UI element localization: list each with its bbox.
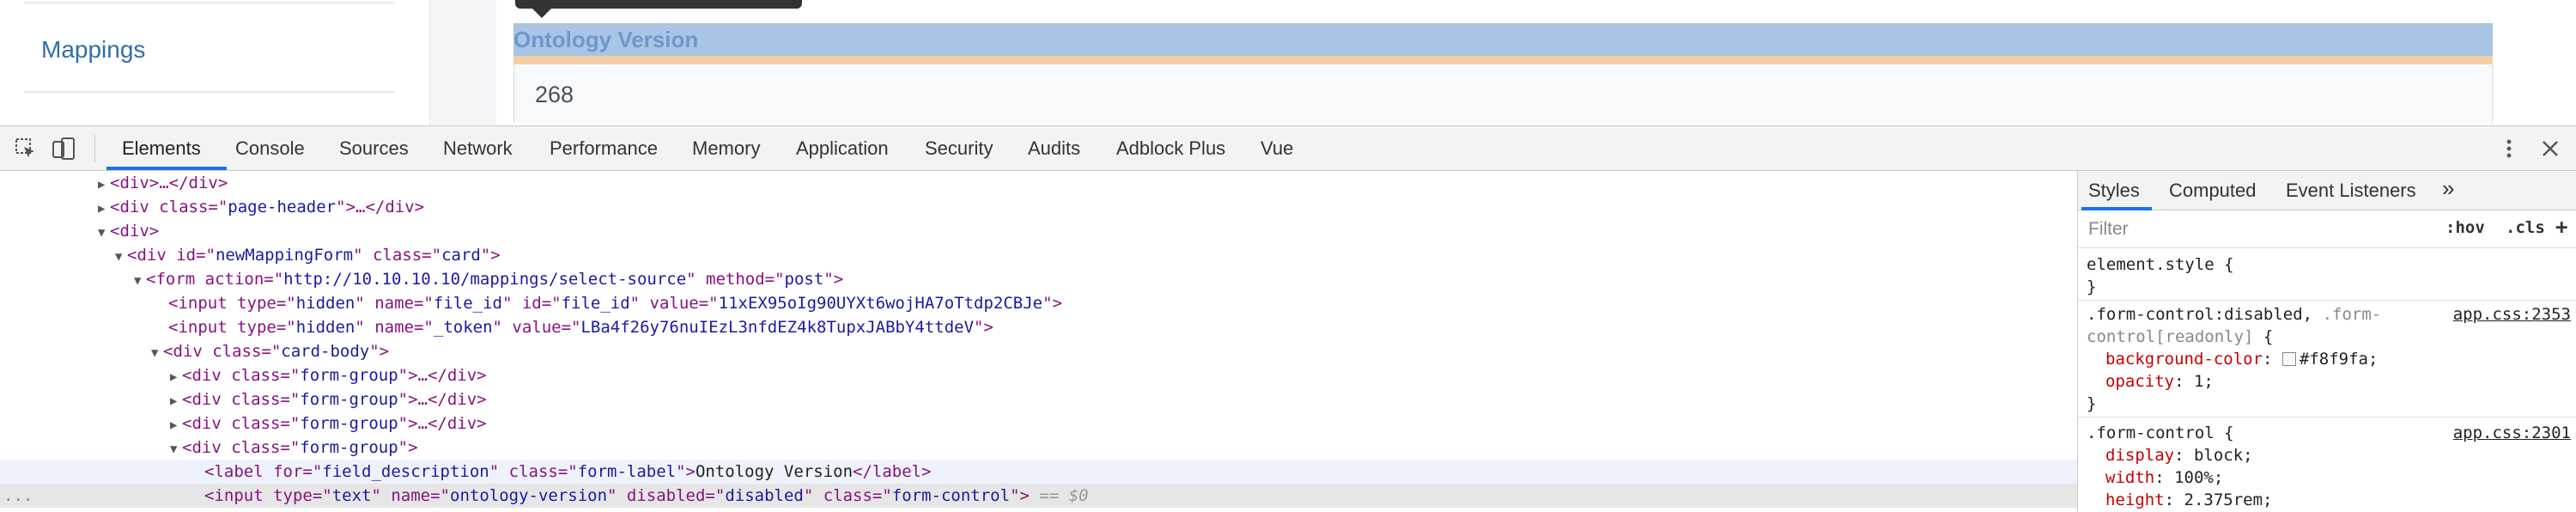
styles-tabbar: Styles Computed Event Listeners » <box>2078 171 2576 210</box>
inspect-tooltip-arrow <box>532 9 551 18</box>
tab-event-listeners[interactable]: Event Listeners <box>2286 180 2416 202</box>
inspect-element-icon[interactable] <box>14 137 38 161</box>
sidebar-item-mappings[interactable]: Mappings <box>41 36 145 64</box>
css-property[interactable]: width: 100%; <box>2105 466 2223 489</box>
tab-elements[interactable]: Elements <box>122 137 201 160</box>
collapse-triangle-icon[interactable]: ▼ <box>134 269 146 293</box>
page-viewport: Mappings Ontology Version 268 <box>0 0 2576 125</box>
dom-node-row-hovered[interactable]: <label for="field_description" class="fo… <box>0 460 2077 484</box>
tab-security[interactable]: Security <box>925 137 993 160</box>
rule-separator <box>2078 300 2576 301</box>
tab-memory[interactable]: Memory <box>692 137 760 160</box>
dom-node-row[interactable]: ▼ <div> <box>0 219 2077 243</box>
more-vert-icon[interactable] <box>2497 137 2521 161</box>
styles-filter-input[interactable] <box>2087 216 2416 243</box>
expand-triangle-icon[interactable]: ▶ <box>98 197 110 221</box>
form-control-disabled-rule: .form-control:disabled, .form- app.css:2… <box>2078 303 2576 413</box>
ontology-version-label: Ontology Version <box>513 27 699 52</box>
dom-node-row[interactable]: ▶ <div class="form-group">…</div> <box>0 387 2077 411</box>
css-property[interactable]: background-color: #f8f9fa; <box>2105 348 2378 370</box>
elements-panel: ▶ <div>…</div> ▶ <div class="page-header">… <box>0 171 2077 512</box>
toolbar-separator <box>94 135 95 162</box>
devtools-toolbar: Elements Console Sources Network Perform… <box>0 125 2576 171</box>
styles-filter-bar: :hov .cls + <box>2078 210 2576 248</box>
tab-vue[interactable]: Vue <box>1261 137 1293 160</box>
ontology-version-label-highlight: Ontology Version <box>513 23 2493 56</box>
dom-node-row[interactable]: ▼ <div class="form-group"> <box>0 436 2077 460</box>
collapse-triangle-icon[interactable]: ▼ <box>170 437 182 461</box>
margin-highlight <box>513 56 2493 64</box>
rule-selector[interactable]: .form-control { <box>2087 422 2234 444</box>
rule-separator <box>2078 417 2576 418</box>
form-control-rule: .form-control { app.css:2301 display: bl… <box>2078 422 2576 512</box>
inspect-tooltip <box>515 0 802 9</box>
rule-close: } <box>2087 277 2097 296</box>
rule-selector[interactable]: .form-control:disabled, .form- <box>2087 303 2381 326</box>
device-toggle-icon[interactable] <box>52 137 76 161</box>
collapse-triangle-icon[interactable]: ▼ <box>115 245 127 269</box>
sidebar-divider <box>24 91 395 93</box>
css-property[interactable]: opacity: 1; <box>2105 370 2214 393</box>
color-swatch[interactable] <box>2281 352 2296 366</box>
selected-node-marker: == $0 <box>1039 486 1089 505</box>
rule-close: } <box>2087 394 2097 413</box>
ontology-version-value: 268 <box>535 82 574 107</box>
collapse-triangle-icon[interactable]: ▼ <box>151 341 163 365</box>
tab-console[interactable]: Console <box>235 137 305 160</box>
active-tab-indicator <box>106 167 227 170</box>
tab-adblock-plus[interactable]: Adblock Plus <box>1116 137 1225 160</box>
dom-node-row[interactable]: ▼ <div id="newMappingForm" class="card"> <box>0 243 2077 267</box>
tab-performance[interactable]: Performance <box>550 137 658 160</box>
more-tabs-icon[interactable]: » <box>2442 175 2454 202</box>
css-property[interactable]: height: 2.375rem; <box>2105 489 2272 511</box>
collapse-triangle-icon[interactable]: ▼ <box>98 221 110 245</box>
class-toggle[interactable]: .cls <box>2506 218 2545 237</box>
tab-styles[interactable]: Styles <box>2088 180 2140 202</box>
rule-selector-cont: control[readonly] { <box>2087 327 2274 346</box>
styles-pane: Styles Computed Event Listeners » :hov .… <box>2078 171 2576 512</box>
expand-triangle-icon[interactable]: ▶ <box>170 413 182 437</box>
rule-selector[interactable]: element.style { <box>2087 253 2234 276</box>
ontology-version-input: 268 <box>513 64 2493 123</box>
tab-network[interactable]: Network <box>443 137 513 160</box>
dom-node-row[interactable]: ▶ <div class="form-group">…</div> <box>0 411 2077 436</box>
css-property[interactable]: display: block; <box>2105 444 2253 466</box>
dom-node-row[interactable]: <input type="hidden" name="_token" value… <box>0 315 2077 339</box>
source-link[interactable]: app.css:2301 <box>2453 422 2571 444</box>
expand-triangle-icon[interactable]: ▶ <box>98 173 110 197</box>
expand-triangle-icon[interactable]: ▶ <box>170 365 182 389</box>
dom-node-row[interactable]: ▼ <form action="http://10.10.10.10/mappin… <box>0 267 2077 291</box>
tab-sources[interactable]: Sources <box>339 137 409 160</box>
tab-application[interactable]: Application <box>796 137 889 160</box>
close-icon[interactable] <box>2538 137 2562 161</box>
sidebar-divider <box>24 2 395 3</box>
dom-node-row[interactable]: ▶ <div>…</div> <box>0 171 2077 195</box>
sidebar: Mappings <box>0 0 430 125</box>
dom-node-row[interactable]: <input type="hidden" name="file_id" id="… <box>0 291 2077 315</box>
add-rule-button[interactable]: + <box>2555 215 2567 239</box>
tab-computed[interactable]: Computed <box>2169 180 2257 202</box>
dom-node-row[interactable]: ▼ <div class="card-body"> <box>0 339 2077 363</box>
dom-node-row[interactable]: ▶ <div class="page-header">…</div> <box>0 195 2077 219</box>
dom-node-row-selected[interactable]: ... <input type="text" name="ontology-ver… <box>0 484 2077 508</box>
expand-triangle-icon[interactable]: ▶ <box>170 389 182 413</box>
dom-node-row[interactable]: ▶ <div class="form-group">…</div> <box>0 363 2077 387</box>
row-ellipsis[interactable]: ... <box>3 484 33 508</box>
hover-state-toggle[interactable]: :hov <box>2445 218 2485 237</box>
tab-audits[interactable]: Audits <box>1028 137 1080 160</box>
source-link[interactable]: app.css:2353 <box>2453 303 2571 326</box>
